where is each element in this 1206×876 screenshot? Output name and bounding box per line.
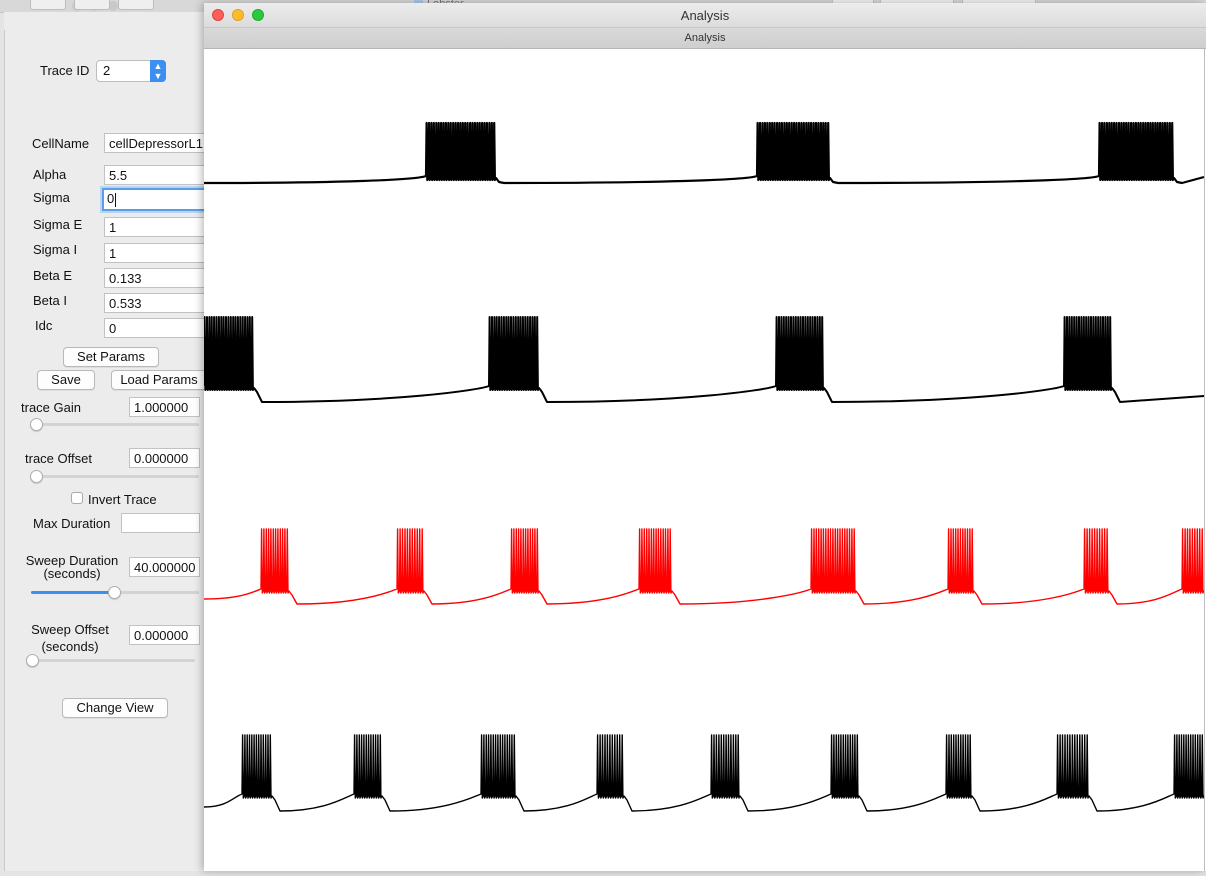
tab-analysis[interactable]: Analysis (204, 32, 1206, 44)
sigma-e-field[interactable]: 1 (104, 217, 214, 237)
trace-gain-label: trace Gain (21, 400, 81, 415)
slider-fill (31, 591, 114, 594)
trace-2 (203, 316, 1205, 403)
sigma-i-field[interactable]: 1 (104, 243, 214, 263)
traces-svg (203, 121, 1206, 812)
trace-offset-slider[interactable] (30, 469, 199, 483)
slider-track (31, 659, 195, 662)
sigma-label: Sigma (33, 190, 70, 205)
set-params-button[interactable]: Set Params (63, 347, 159, 367)
sigma-i-label: Sigma I (33, 242, 78, 257)
sweep-offset-slider[interactable] (26, 653, 195, 667)
voltage-trace (203, 734, 1206, 812)
beta-i-field[interactable]: 0.533 (104, 293, 214, 313)
window-titlebar[interactable]: Analysis (204, 3, 1206, 28)
trace-gain-field[interactable]: 1.000000 (129, 397, 200, 417)
bg-toolbar-button[interactable] (118, 0, 154, 10)
voltage-trace (203, 528, 1206, 605)
sigma-e-label: Sigma E (33, 217, 83, 232)
sweep-offset-label: Sweep Offset (seconds) (31, 622, 109, 654)
trace-gain-slider[interactable] (30, 417, 199, 431)
trace-4 (203, 734, 1206, 812)
max-duration-field[interactable] (121, 513, 200, 533)
window-title: Analysis (680, 8, 730, 23)
text-cursor (115, 192, 117, 207)
trace-plot-area[interactable] (203, 49, 1206, 871)
panel-top-edge (4, 12, 204, 30)
sweep-duration-label: Sweep Duration (seconds) (25, 553, 119, 581)
invert-trace-checkbox[interactable] (71, 492, 83, 504)
slider-thumb[interactable] (108, 586, 122, 599)
trace-3 (203, 528, 1206, 605)
slider-thumb[interactable] (26, 654, 39, 667)
beta-e-label: Beta E (33, 268, 73, 283)
analysis-window: Analysis Analysis (203, 3, 1206, 871)
idc-label: Idc (35, 318, 53, 333)
slider-track (35, 423, 199, 426)
alpha-label: Alpha (33, 167, 67, 182)
invert-trace-label: Invert Trace (88, 492, 157, 507)
trace-id-select[interactable]: 2 ▲ ▼ (96, 60, 166, 82)
sigma-field[interactable]: 0 (102, 188, 214, 211)
sweep-offset-field[interactable]: 0.000000 (129, 625, 200, 645)
slider-thumb[interactable] (30, 470, 43, 483)
sweep-duration-field[interactable]: 40.000000 (129, 557, 200, 577)
save-button[interactable]: Save (37, 370, 95, 390)
trace-offset-field[interactable]: 0.000000 (129, 448, 200, 468)
beta-e-field[interactable]: 0.133 (104, 268, 214, 288)
alpha-field[interactable]: 5.5 (104, 165, 214, 185)
slider-track (35, 475, 199, 478)
trace-offset-label: trace Offset (25, 451, 92, 466)
bg-toolbar-button[interactable] (30, 0, 66, 10)
trace-1 (203, 121, 1205, 185)
chevron-up-down-icon: ▲ ▼ (150, 60, 166, 82)
trace-id-label: Trace ID (40, 63, 90, 78)
voltage-trace (203, 121, 1205, 185)
bg-toolbar-button[interactable] (74, 0, 110, 10)
control-panel: Trace ID 2 ▲ ▼ CellName cellDepressorL1 A… (4, 30, 214, 871)
tab-bar: Analysis (204, 28, 1206, 49)
beta-i-label: Beta I (33, 293, 67, 308)
cell-name-label: CellName (32, 136, 90, 151)
voltage-trace (203, 316, 1205, 403)
change-view-button[interactable]: Change View (62, 698, 168, 718)
cell-name-field[interactable]: cellDepressorL1 (104, 133, 214, 153)
load-params-button[interactable]: Load Params (111, 370, 207, 390)
slider-thumb[interactable] (30, 418, 43, 431)
idc-field[interactable]: 0 (104, 318, 214, 338)
max-duration-label: Max Duration (33, 516, 111, 531)
sweep-duration-slider[interactable] (31, 585, 199, 599)
